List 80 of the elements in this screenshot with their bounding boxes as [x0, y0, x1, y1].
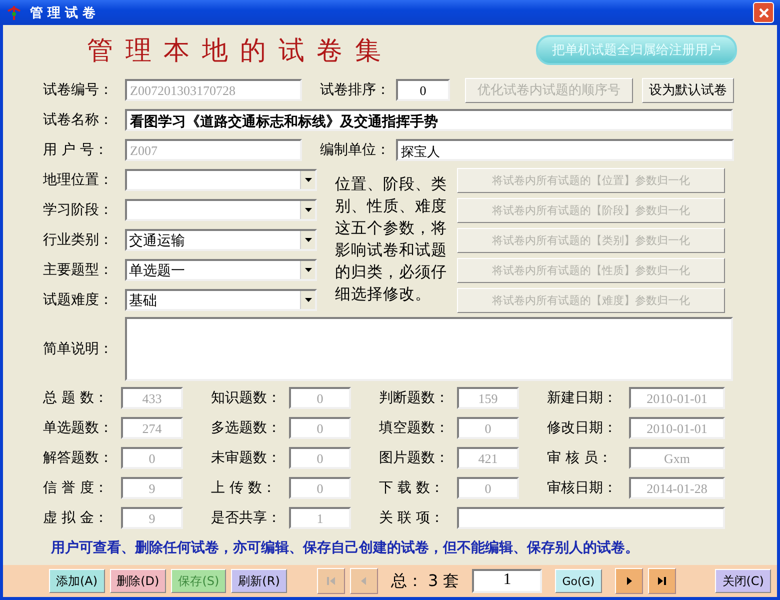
window-title: 管 理 试 卷	[30, 4, 97, 22]
dropdown[interactable]	[125, 169, 317, 191]
dropdown-arrow-icon[interactable]	[304, 268, 312, 272]
field-label: 试卷排序：	[320, 81, 391, 99]
field-label: 下 载 数：	[379, 479, 445, 497]
triangle-left-icon	[326, 576, 336, 586]
field-label: 用 户 号：	[43, 141, 109, 159]
triangle-left-icon	[358, 576, 369, 586]
input-field[interactable]: Gxm	[629, 447, 725, 469]
field-label: 地理位置：	[43, 171, 114, 189]
input-field[interactable]: 0	[289, 387, 351, 409]
field-label: 解答题数：	[43, 449, 114, 467]
field-label: 学习阶段：	[43, 201, 114, 219]
input-field[interactable]: 433	[121, 387, 183, 409]
field-label: 行业类别：	[43, 231, 114, 249]
field-label: 图片题数：	[379, 449, 450, 467]
input-field[interactable]: 0	[289, 417, 351, 439]
input-field[interactable]: 159	[457, 387, 519, 409]
dropdown-arrow-icon[interactable]	[304, 298, 312, 302]
field-label: 主要题型：	[43, 261, 114, 279]
field-label: 试卷编号：	[43, 81, 114, 99]
input-field[interactable]: 274	[121, 417, 183, 439]
toolbar-button[interactable]: 删除(D)	[110, 569, 166, 593]
page-field[interactable]: 1	[472, 569, 542, 593]
field-label: 简单说明：	[43, 340, 114, 358]
input-field[interactable]: 看图学习《道路交通标志和标线》及交通指挥手势	[125, 109, 733, 131]
input-field[interactable]: 0	[457, 417, 519, 439]
field-label: 试题难度：	[43, 291, 114, 309]
field-label: 虚 拟 金：	[43, 509, 109, 527]
field-label: 填空题数：	[379, 419, 450, 437]
input-field[interactable]: 0	[289, 447, 351, 469]
field-label: 是否共享：	[211, 509, 282, 527]
input-field[interactable]: 9	[121, 507, 183, 529]
triangle-right-icon	[656, 576, 667, 586]
app-icon	[6, 4, 22, 20]
dropdown[interactable]	[125, 199, 317, 221]
field-label: 多选题数：	[211, 419, 282, 437]
register-button[interactable]: 把单机试题全归属给注册用户	[536, 35, 737, 65]
input-field[interactable]: 2010-01-01	[629, 417, 725, 439]
field-label: 审核日期：	[547, 479, 618, 497]
field-label: 知识题数：	[211, 389, 282, 407]
input-field[interactable]: 421	[457, 447, 519, 469]
close-icon[interactable]	[753, 2, 774, 23]
input-field[interactable]: 0	[289, 477, 351, 499]
total-count: 总： 3 套	[390, 570, 460, 592]
field-label: 上 传 数：	[211, 479, 277, 497]
dropdown-arrow-icon[interactable]	[304, 238, 312, 242]
go-button[interactable]: Go(G)	[555, 569, 602, 593]
field-label: 总 题 数：	[43, 389, 109, 407]
close-button[interactable]: 关闭(C)	[715, 569, 771, 593]
toolbar-button[interactable]: 添加(A)	[49, 569, 105, 593]
field-label: 信 誉 度：	[43, 479, 109, 497]
field-label: 审 核 员：	[547, 449, 613, 467]
text-area[interactable]	[125, 317, 733, 381]
field-label: 关 联 项：	[379, 509, 445, 527]
dropdown-arrow-icon[interactable]	[304, 208, 312, 212]
field-label: 新建日期：	[547, 389, 618, 407]
dropdown-arrow-icon[interactable]	[304, 178, 312, 182]
field-label: 判断题数：	[379, 389, 450, 407]
input-field[interactable]	[457, 507, 725, 529]
set-default-button[interactable]: 设为默认试卷	[642, 78, 734, 102]
input-field[interactable]: 0	[121, 447, 183, 469]
field-label: 编制单位：	[320, 141, 391, 159]
next-page-button[interactable]	[614, 568, 643, 594]
field-label: 修改日期：	[547, 419, 618, 437]
field-label: 未审题数：	[211, 449, 282, 467]
page-heading: 管 理 本 地 的 试 卷 集	[87, 34, 383, 68]
field-label: 单选题数：	[43, 419, 114, 437]
input-field[interactable]: 探宝人	[396, 139, 734, 161]
input-field[interactable]: 1	[289, 507, 351, 529]
input-field[interactable]: 0	[457, 477, 519, 499]
last-page-button[interactable]	[648, 568, 676, 594]
input-field[interactable]: 2010-01-01	[629, 387, 725, 409]
notice-text: 用户可查看、删除任何试卷，亦可编辑、保存自己创建的试卷，但不能编辑、保存别人的试卷。	[51, 539, 640, 557]
input-field[interactable]: 0	[396, 79, 450, 101]
toolbar-button[interactable]: 刷新(R)	[231, 569, 287, 593]
input-field[interactable]: 2014-01-28	[629, 477, 725, 499]
field-label: 试卷名称：	[43, 111, 114, 129]
note-text: 位置、阶段、类别、性质、难度这五个参数，将影响试卷和试题的归类，必须仔细选择修改。	[335, 174, 448, 305]
input-field[interactable]: 9	[121, 477, 183, 499]
